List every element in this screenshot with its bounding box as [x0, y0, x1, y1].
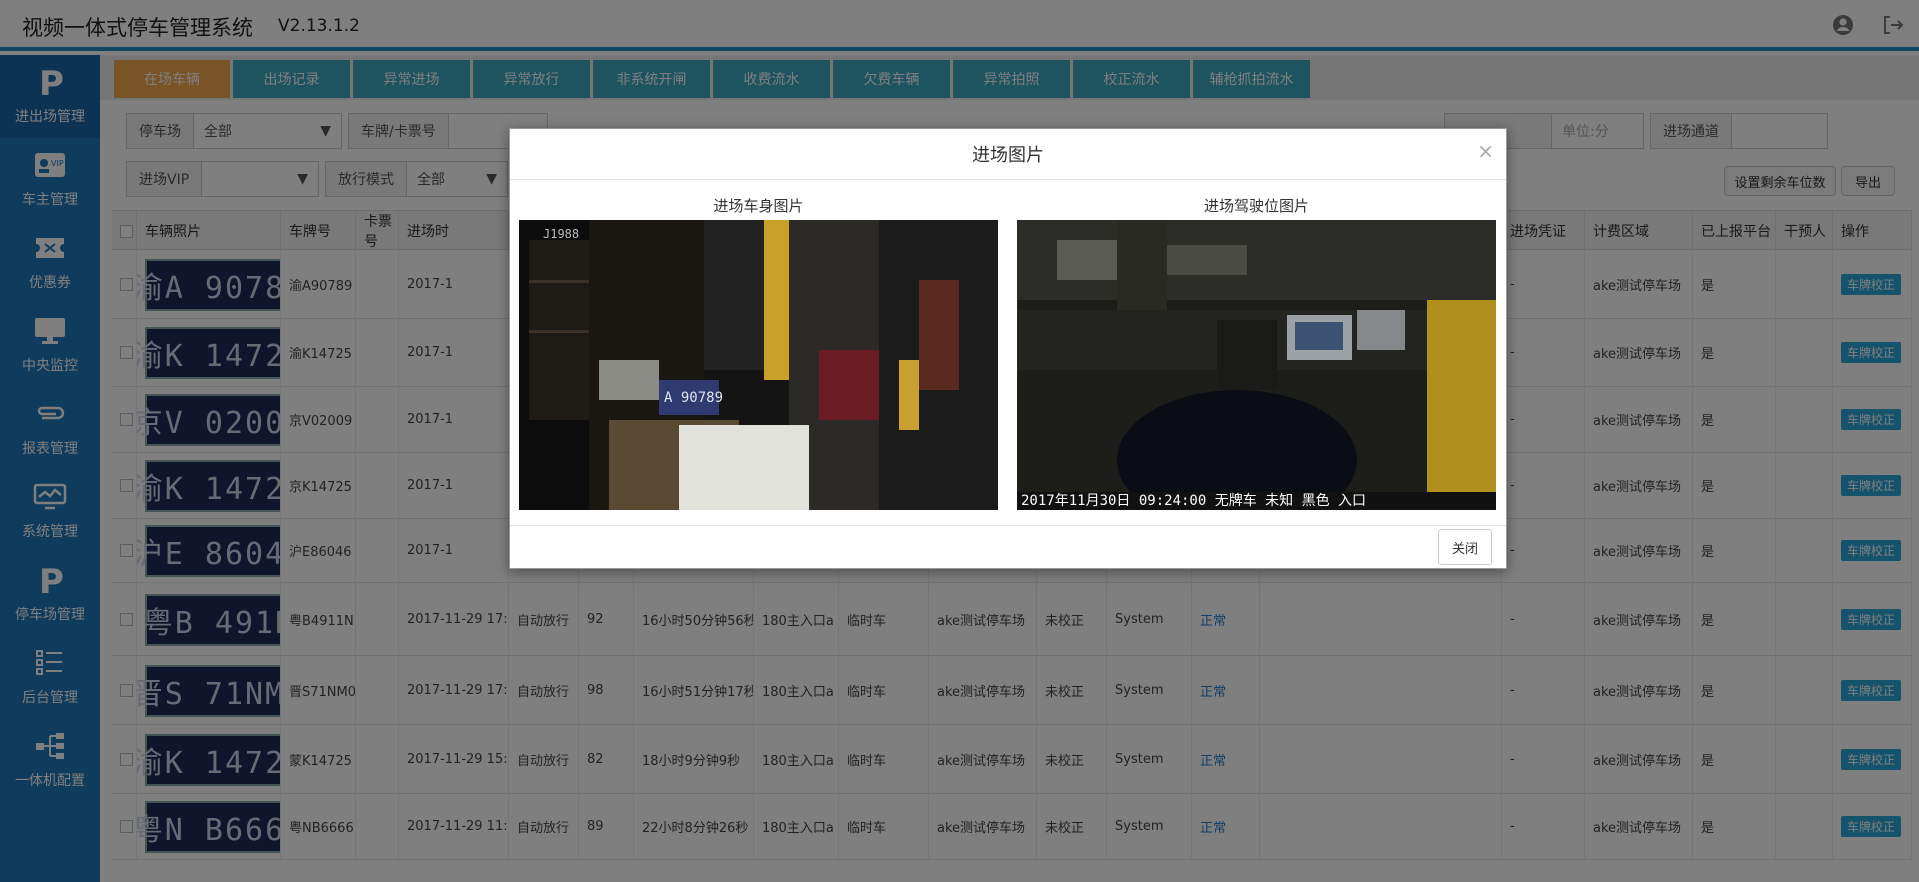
close-icon[interactable]: ×	[1477, 139, 1494, 163]
modal-divider	[510, 525, 1506, 526]
driver-photo[interactable]: 2017年11月30日 09:24:00 无牌车 未知 黑色 入口	[1017, 220, 1496, 510]
entry-photo-modal: 进场图片 × 进场车身图片 进场驾驶位图片 J1988 A 90789 2017…	[509, 128, 1507, 569]
image-plate-text: A 90789	[664, 390, 723, 406]
close-button[interactable]: 关闭	[1438, 529, 1492, 565]
vehicle-photo-caption: 进场车身图片	[713, 197, 804, 215]
driver-photo-caption: 进场驾驶位图片	[1203, 197, 1309, 215]
image-tag: J1988	[543, 227, 579, 241]
vehicle-photo[interactable]: J1988 A 90789	[519, 220, 998, 510]
app-root: 视频一体式停车管理系统 V2.13.1.2 P 进出场管理 VIP 车主管理 优…	[0, 0, 1919, 882]
image-overlay-text: 2017年11月30日 09:24:00 无牌车 未知 黑色 入口	[1021, 492, 1366, 509]
modal-header: 进场图片	[510, 129, 1506, 180]
modal-title: 进场图片	[972, 145, 1044, 166]
